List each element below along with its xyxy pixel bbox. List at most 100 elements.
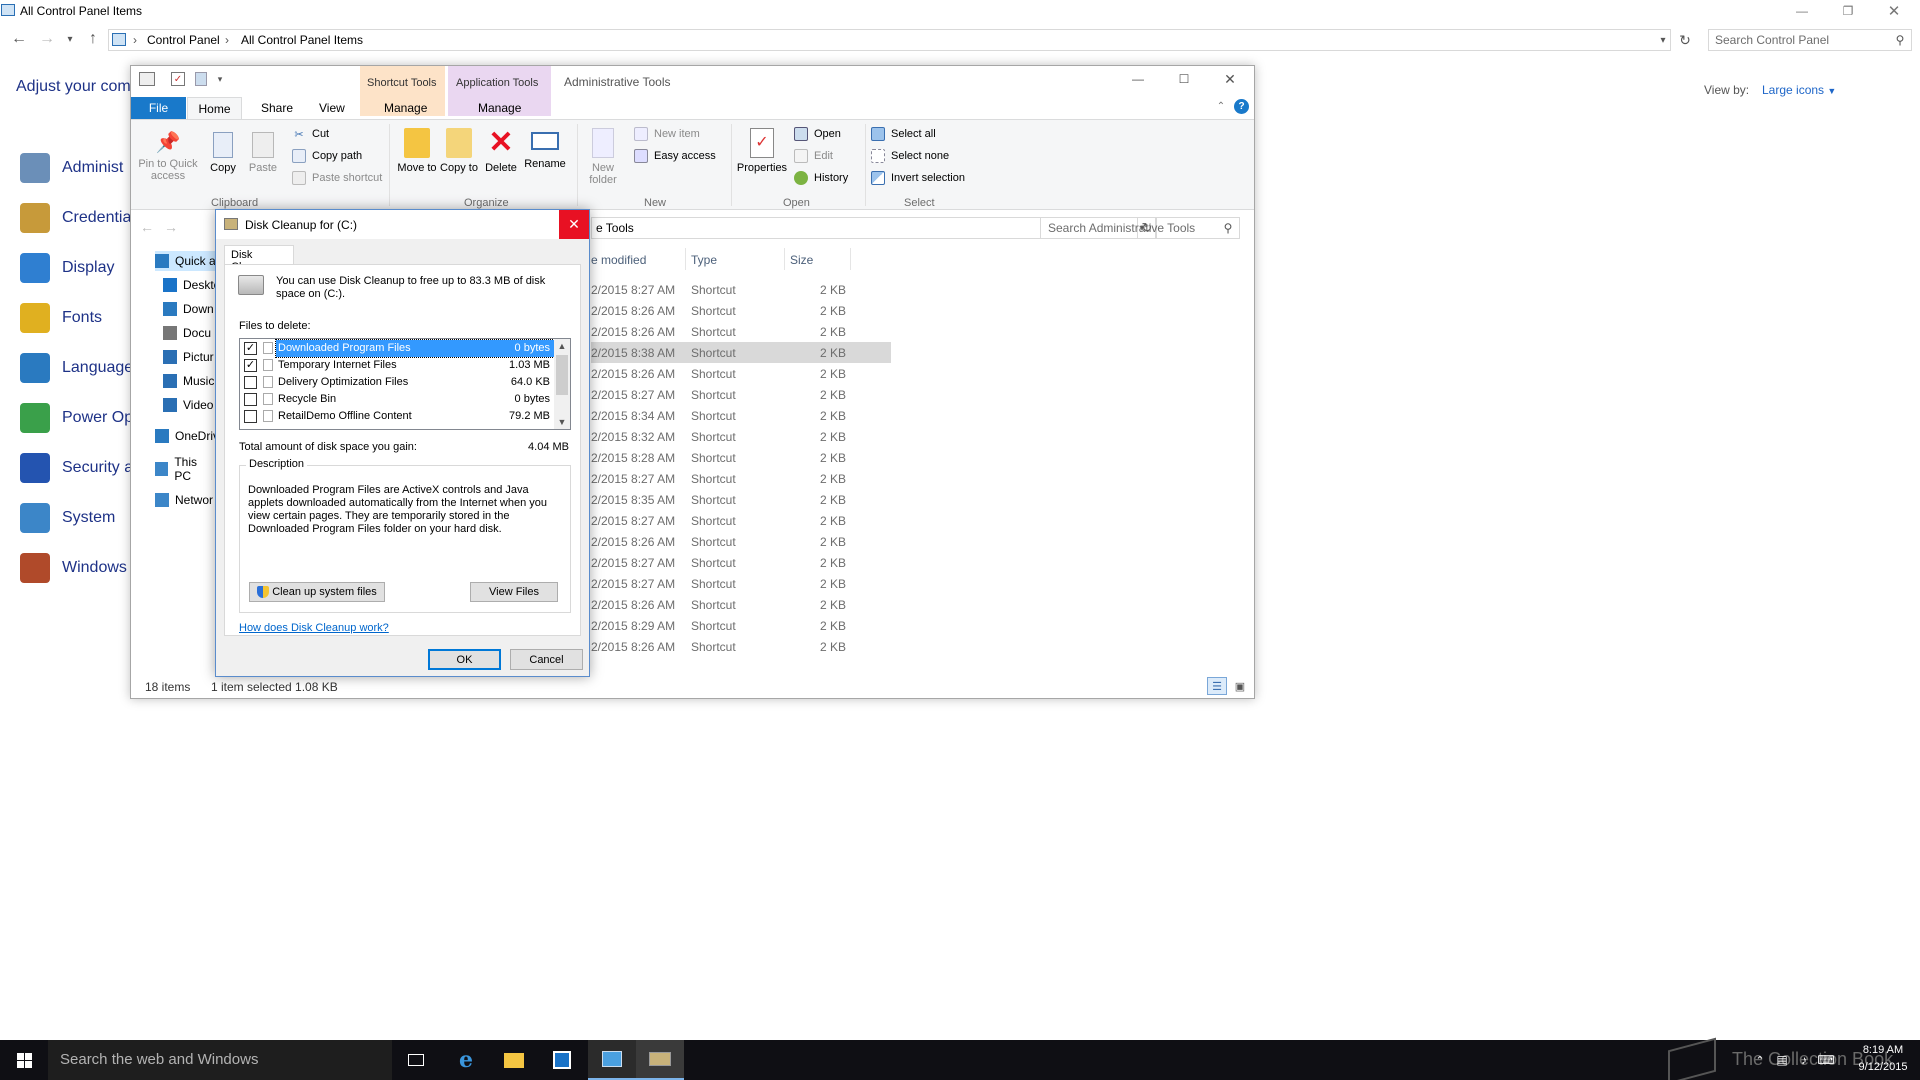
nav-item[interactable]: Down [163,299,214,319]
tab-disk-cleanup[interactable]: Disk Cleanup [224,245,294,273]
table-row[interactable]: 2/2015 8:27 AM Shortcut 2 KB [591,552,891,573]
table-row[interactable]: 2/2015 8:27 AM Shortcut 2 KB [591,573,891,594]
network-icon[interactable]: ▤ [1774,1052,1790,1068]
list-item[interactable]: Delivery Optimization Files 64.0 KB [240,374,554,391]
tab-view[interactable]: View [319,101,345,115]
easy-access-button[interactable]: Easy access [634,148,716,164]
tab-manage-shortcut[interactable]: Manage [384,101,427,115]
address-dropdown-icon[interactable]: ▾ [1657,32,1669,48]
large-icons-view-icon[interactable]: ▣ [1230,677,1250,695]
table-row[interactable]: 2/2015 8:28 AM Shortcut 2 KB [591,447,891,468]
item-checkbox[interactable] [244,376,257,389]
tab-share[interactable]: Share [261,101,293,115]
start-button[interactable] [0,1040,48,1080]
open-button[interactable]: Open [794,126,841,142]
delete-button[interactable]: ✕ Delete [481,128,521,175]
control-panel-item[interactable]: Credential [20,198,135,238]
table-row[interactable]: 2/2015 8:35 AM Shortcut 2 KB [591,489,891,510]
nav-item[interactable]: OneDriv [155,426,219,446]
volume-icon[interactable]: ♪ [1796,1052,1812,1068]
table-row[interactable]: 2/2015 8:26 AM Shortcut 2 KB [591,531,891,552]
close-icon[interactable]: ✕ [1219,70,1241,88]
task-view-button[interactable] [392,1040,440,1080]
item-checkbox[interactable]: ✓ [244,342,257,355]
view-files-button[interactable]: View Files [470,582,558,602]
nav-item[interactable]: This PC [155,455,215,483]
list-item[interactable]: ✓ Downloaded Program Files 0 bytes [240,339,555,358]
nav-item[interactable]: Docu [163,323,211,343]
details-view-icon[interactable]: ☰ [1207,677,1227,695]
cut-button[interactable]: ✂ Cut [292,126,329,142]
table-row[interactable]: 2/2015 8:26 AM Shortcut 2 KB [591,300,891,321]
nav-item[interactable]: Pictur [163,347,214,367]
control-panel-item[interactable]: Display [20,248,114,288]
select-none-button[interactable]: Select none [871,148,949,164]
control-panel-item[interactable]: Fonts [20,298,102,338]
back-arrow-icon[interactable]: ← [139,218,155,236]
keyboard-icon[interactable]: ⌨ [1817,1052,1834,1068]
refresh-icon[interactable]: ↻ [1676,30,1694,50]
scroll-down-icon[interactable]: ▼ [554,415,570,429]
table-row[interactable]: 2/2015 8:26 AM Shortcut 2 KB [591,636,891,657]
control-panel-item[interactable]: System [20,498,115,538]
taskbar-search-box[interactable]: Search the web and Windows [48,1040,392,1080]
tab-manage-application[interactable]: Manage [478,101,521,115]
nav-item[interactable]: Deskto [163,275,220,295]
checkmark-qat-icon[interactable]: ✓ [171,72,185,86]
recent-locations-icon[interactable]: ▾ [64,30,76,48]
control-panel-item[interactable]: Windows [20,548,127,588]
tab-file[interactable]: File [131,97,186,119]
table-row[interactable]: 2/2015 8:27 AM Shortcut 2 KB [591,279,891,300]
move-to-button[interactable]: Move to [397,128,437,174]
store-taskbar-button[interactable] [538,1040,586,1080]
up-arrow-icon[interactable]: ↑ [84,30,102,48]
nav-item[interactable]: Quick a [155,251,223,271]
scroll-thumb[interactable] [556,355,568,395]
table-row[interactable]: 2/2015 8:26 AM Shortcut 2 KB [591,594,891,615]
explorer-search-field[interactable]: Search Administrative Tools ⚲ [1040,217,1240,239]
column-header-size[interactable]: Size [790,253,813,267]
maximize-icon[interactable]: ☐ [1173,70,1195,88]
cancel-button[interactable]: Cancel [510,649,583,670]
list-item[interactable]: Recycle Bin 0 bytes [240,391,554,408]
control-panel-search-input[interactable]: Search Control Panel ⚲ [1708,29,1912,51]
control-panel-taskbar-button[interactable] [588,1040,636,1080]
minimize-icon[interactable]: — [1790,0,1814,22]
paste-button[interactable]: Paste [245,132,281,174]
control-panel-item[interactable]: Language [20,348,133,388]
table-row[interactable]: 2/2015 8:27 AM Shortcut 2 KB [591,384,891,405]
copy-button[interactable]: Copy [205,132,241,174]
column-header-modified[interactable]: e modified [591,253,646,267]
breadcrumb-all-items[interactable]: All Control Panel Items [241,33,363,47]
new-folder-button[interactable]: New folder [583,128,623,186]
table-row[interactable]: 2/2015 8:34 AM Shortcut 2 KB [591,405,891,426]
breadcrumb-control-panel[interactable]: Control Panel [147,33,220,47]
file-explorer-taskbar-button[interactable] [490,1040,538,1080]
select-all-button[interactable]: Select all [871,126,936,142]
control-panel-item[interactable]: Security a [20,448,133,488]
new-item-button[interactable]: New item [634,126,700,142]
minimize-icon[interactable]: — [1127,70,1149,88]
nav-item[interactable]: Video [163,395,213,415]
copy-to-button[interactable]: Copy to [439,128,479,174]
clock-date[interactable]: 9/12/2015 [1854,1061,1912,1073]
close-icon[interactable]: ✕ [559,210,589,239]
clock-time[interactable]: 8:19 AM [1854,1044,1912,1056]
help-link[interactable]: How does Disk Cleanup work? [239,622,389,634]
table-row[interactable]: 2/2015 8:32 AM Shortcut 2 KB [591,426,891,447]
new-folder-qat-icon[interactable] [195,72,207,86]
item-checkbox[interactable] [244,410,257,423]
column-header-type[interactable]: Type [691,253,717,267]
table-row[interactable]: 2/2015 8:27 AM Shortcut 2 KB [591,510,891,531]
table-row[interactable]: 2/2015 8:26 AM Shortcut 2 KB [591,363,891,384]
list-scrollbar[interactable]: ▲ ▼ [554,339,570,429]
edit-button[interactable]: Edit [794,148,833,164]
control-panel-item[interactable]: Administ [20,148,123,188]
edge-taskbar-button[interactable]: e [442,1040,490,1080]
forward-arrow-icon[interactable]: → [163,218,179,236]
properties-button[interactable]: ✓ Properties [735,128,789,174]
help-icon[interactable]: ? [1234,99,1249,114]
nav-item[interactable]: Networ [155,490,213,510]
history-button[interactable]: History [794,170,848,186]
show-hidden-icons-icon[interactable]: ⌃ [1752,1052,1768,1068]
